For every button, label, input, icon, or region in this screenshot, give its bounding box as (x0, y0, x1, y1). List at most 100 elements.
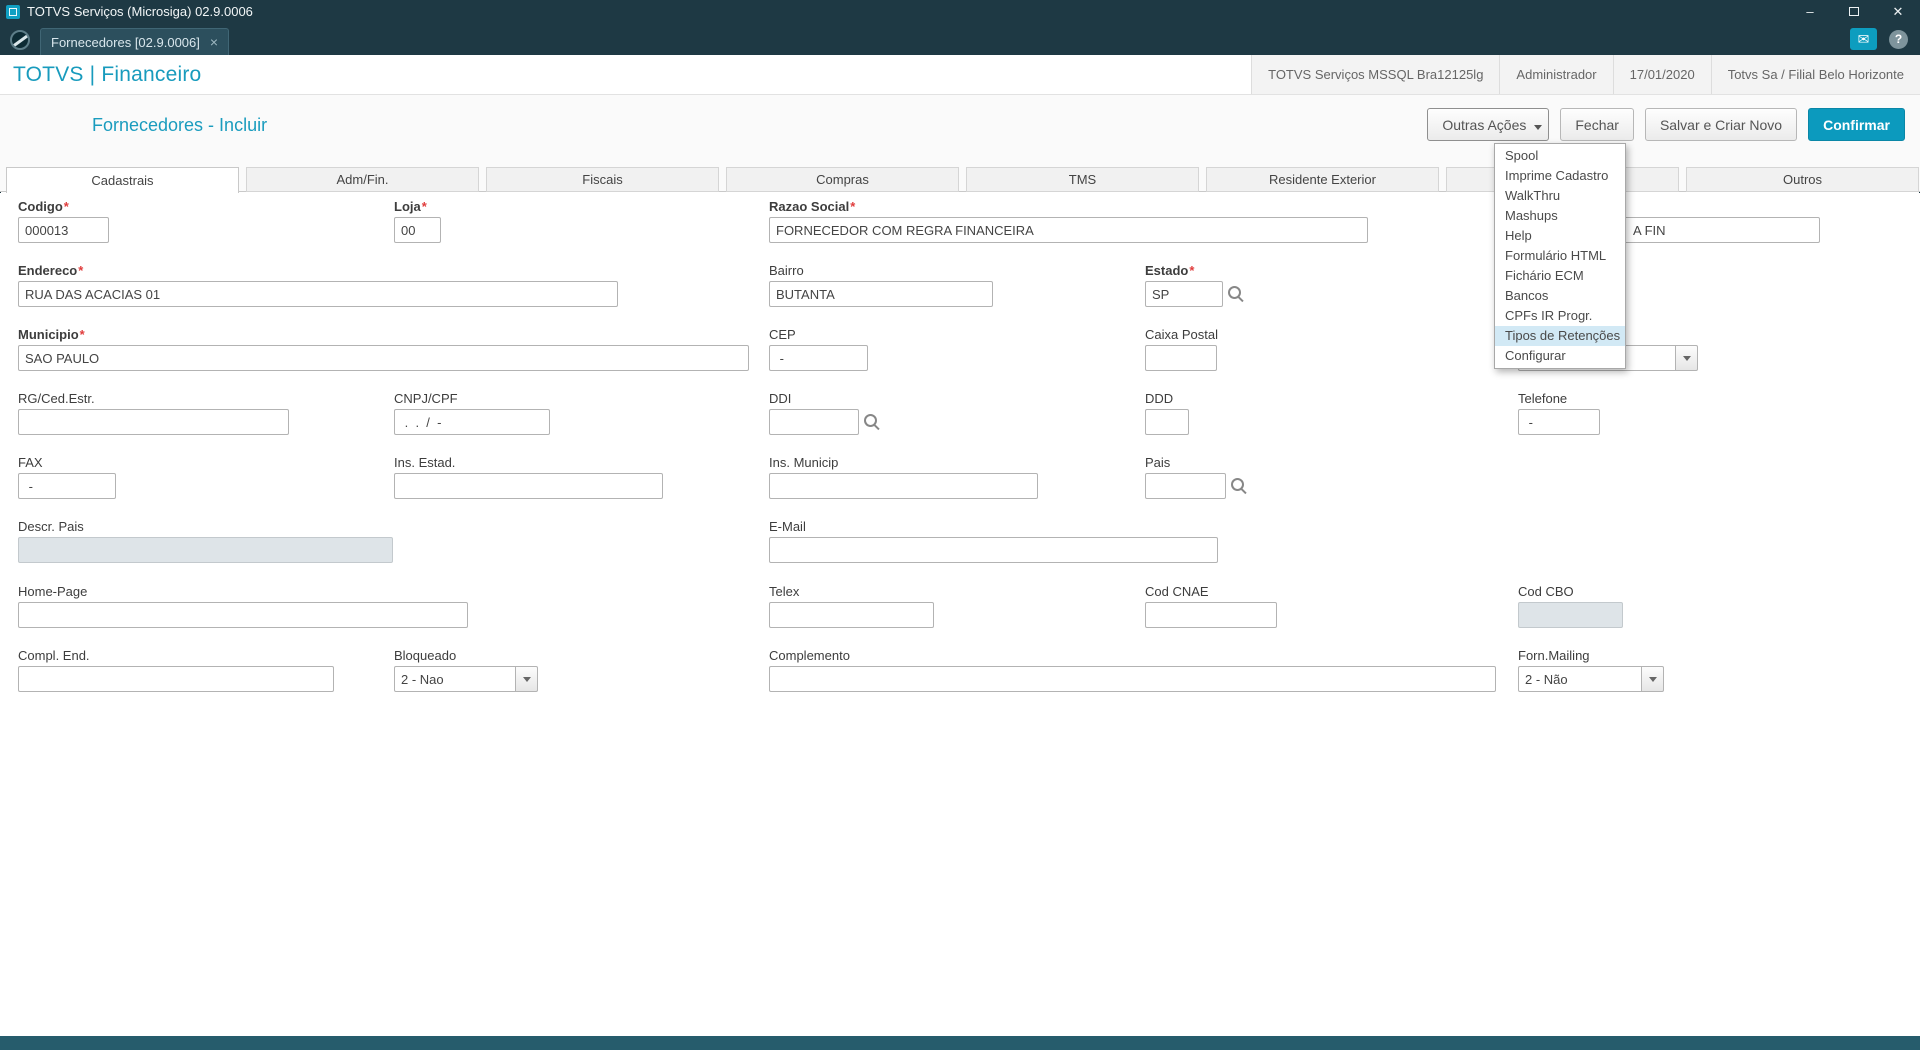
bairro-field: Bairro (769, 263, 993, 307)
tab-residente-exterior[interactable]: Residente Exterior (1206, 167, 1439, 192)
compl-end-input[interactable] (18, 666, 334, 692)
combo-arrow-icon[interactable] (516, 666, 538, 692)
menu-item-bancos[interactable]: Bancos (1495, 286, 1625, 306)
tab-compras[interactable]: Compras (726, 167, 959, 192)
outras-acoes-label: Outras Ações (1442, 116, 1527, 133)
ddd-field: DDD (1145, 391, 1189, 435)
fechar-button[interactable]: Fechar (1560, 108, 1634, 141)
caixa-postal-field: Caixa Postal (1145, 327, 1218, 371)
ins-municip-input[interactable] (769, 473, 1038, 499)
pais-label: Pais (1145, 455, 1171, 470)
menu-item-spool[interactable]: Spool (1495, 146, 1625, 166)
complemento-label: Complemento (769, 648, 850, 663)
telex-label: Telex (769, 584, 800, 599)
email-field: E-Mail (769, 519, 1218, 563)
municipio-label: Municipio (18, 327, 79, 342)
compl-end-field: Compl. End. (18, 648, 334, 692)
menu-item-imprime-cadastro[interactable]: Imprime Cadastro (1495, 166, 1625, 186)
cod-cnae-input[interactable] (1145, 602, 1277, 628)
search-icon[interactable] (859, 409, 883, 435)
window-controls: – ✕ (1788, 0, 1920, 23)
tab-outros[interactable]: Outros (1686, 167, 1919, 192)
combo-arrow-icon[interactable] (1642, 666, 1664, 692)
bairro-input[interactable] (769, 281, 993, 307)
outras-acoes-menu: Spool Imprime Cadastro WalkThru Mashups … (1494, 143, 1626, 369)
close-icon[interactable]: ✕ (1876, 0, 1920, 23)
menu-item-tipos-de-retencoes[interactable]: Tipos de Retenções (1495, 326, 1625, 346)
maximize-icon[interactable] (1832, 0, 1876, 23)
minimize-icon[interactable]: – (1788, 0, 1832, 23)
search-icon[interactable] (1223, 281, 1247, 307)
complemento-field: Complemento (769, 648, 1496, 692)
menu-item-formulario-html[interactable]: Formulário HTML (1495, 246, 1625, 266)
menu-item-cpfs-ir-progr[interactable]: CPFs IR Progr. (1495, 306, 1625, 326)
fax-input[interactable] (18, 473, 116, 499)
app-icon (6, 4, 20, 19)
ddi-field: DDI (769, 391, 883, 435)
bloqueado-field: Bloqueado (394, 648, 538, 692)
menu-item-mashups[interactable]: Mashups (1495, 206, 1625, 226)
caixa-postal-input[interactable] (1145, 345, 1217, 371)
loja-label: Loja (394, 199, 421, 214)
menu-item-walkthru[interactable]: WalkThru (1495, 186, 1625, 206)
confirmar-button[interactable]: Confirmar (1808, 108, 1905, 141)
rg-input[interactable] (18, 409, 289, 435)
tab-adm-fin[interactable]: Adm/Fin. (246, 167, 479, 192)
required-marker: * (421, 199, 427, 214)
telefone-label: Telefone (1518, 391, 1568, 406)
ins-estad-input[interactable] (394, 473, 663, 499)
ddd-input[interactable] (1145, 409, 1189, 435)
compl-end-label: Compl. End. (18, 648, 90, 663)
salvar-criar-novo-button[interactable]: Salvar e Criar Novo (1644, 108, 1798, 141)
home-page-input[interactable] (18, 602, 468, 628)
tab-cadastrais[interactable]: Cadastrais (6, 167, 239, 193)
outras-acoes-button[interactable]: Outras Ações (1427, 108, 1550, 141)
email-label: E-Mail (769, 519, 806, 534)
date-label: 17/01/2020 (1612, 55, 1711, 94)
home-page-field: Home-Page (18, 584, 468, 628)
cnpj-input[interactable] (394, 409, 550, 435)
required-marker: * (1189, 263, 1195, 278)
menu-item-fichario-ecm[interactable]: Fichário ECM (1495, 266, 1625, 286)
email-input[interactable] (769, 537, 1218, 563)
brand-title: TOTVS | Financeiro (13, 62, 202, 86)
combo-arrow-icon[interactable] (1676, 345, 1698, 371)
tabbar-right-icons: ✉ ? (1850, 28, 1920, 55)
search-icon[interactable] (1226, 473, 1250, 499)
municipio-field: Municipio* (18, 327, 749, 371)
complemento-input[interactable] (769, 666, 1496, 692)
cod-cnae-field: Cod CNAE (1145, 584, 1277, 628)
forn-mailing-select[interactable] (1518, 666, 1642, 692)
menu-item-help[interactable]: Help (1495, 226, 1625, 246)
window-titlebar: TOTVS Serviços (Microsiga) 02.9.0006 – ✕ (0, 0, 1920, 23)
totvs-logo-icon[interactable] (10, 30, 30, 50)
bloqueado-select[interactable] (394, 666, 516, 692)
tab-fiscais[interactable]: Fiscais (486, 167, 719, 192)
bloqueado-label: Bloqueado (394, 648, 457, 663)
required-marker: * (78, 263, 84, 278)
loja-input[interactable] (394, 217, 441, 243)
tab-tms[interactable]: TMS (966, 167, 1199, 192)
help-icon[interactable]: ? (1889, 29, 1908, 49)
ddi-input[interactable] (769, 409, 859, 435)
required-marker: * (79, 327, 85, 342)
codigo-input[interactable] (18, 217, 109, 243)
telefone-input[interactable] (1518, 409, 1600, 435)
pais-input[interactable] (1145, 473, 1226, 499)
ins-estad-label: Ins. Estad. (394, 455, 456, 470)
endereco-input[interactable] (18, 281, 618, 307)
cep-input[interactable] (769, 345, 868, 371)
descr-pais-input (18, 537, 393, 563)
estado-input[interactable] (1145, 281, 1223, 307)
page-toolbar: Fornecedores - Incluir Outras Ações Fech… (0, 95, 1920, 167)
tab-close-icon[interactable]: × (210, 34, 218, 50)
document-tabbar: Fornecedores [02.9.0006] × ✉ ? (0, 23, 1920, 55)
menu-item-configurar[interactable]: Configurar (1495, 346, 1625, 366)
municipio-input[interactable] (18, 345, 749, 371)
telefone-field: Telefone (1518, 391, 1600, 435)
document-tab-fornecedores[interactable]: Fornecedores [02.9.0006] × (40, 28, 230, 55)
mail-icon[interactable]: ✉ (1850, 28, 1877, 50)
cep-field: CEP (769, 327, 868, 371)
telex-input[interactable] (769, 602, 934, 628)
razao-social-input[interactable] (769, 217, 1368, 243)
